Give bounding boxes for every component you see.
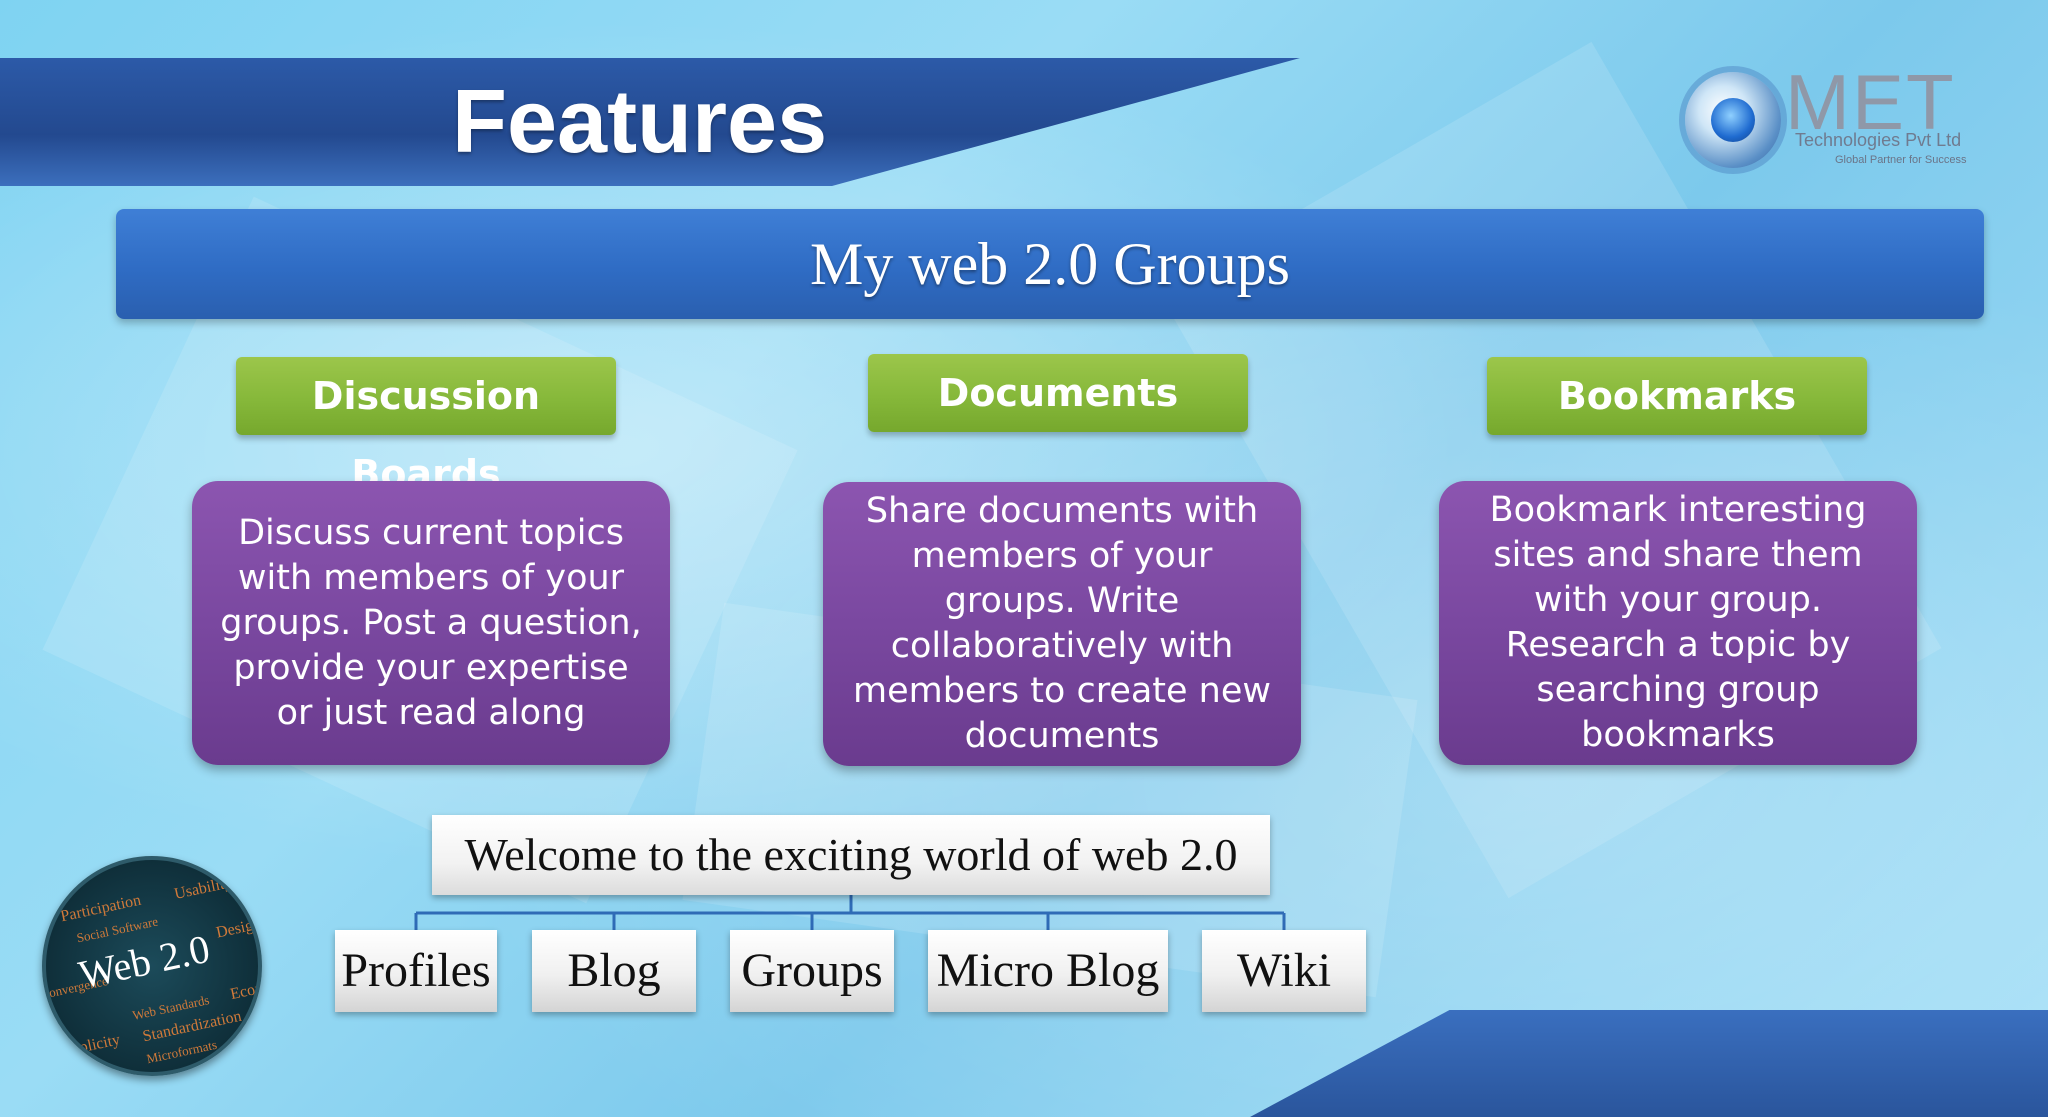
page-title: Features (452, 72, 828, 172)
hierarchy-item-micro-blog: Micro Blog (928, 930, 1168, 1012)
bottom-band (1250, 1010, 2048, 1117)
hierarchy-root: Welcome to the exciting world of web 2.0 (432, 815, 1270, 895)
feature-description-text: Bookmark interesting sites and share the… (1489, 490, 1867, 755)
hierarchy-item-profiles: Profiles (335, 930, 497, 1012)
subtitle-bar: My web 2.0 Groups (116, 209, 1984, 319)
badge-word: Usability (172, 874, 234, 903)
feature-label-documents: Documents (868, 354, 1248, 432)
feature-description-discussion-boards: Discuss current topics with members of y… (192, 481, 670, 765)
hierarchy-item-wiki: Wiki (1202, 930, 1366, 1012)
badge-word: Simplicity (52, 1031, 122, 1062)
hierarchy-item-blog: Blog (532, 930, 696, 1012)
subtitle-text: My web 2.0 Groups (810, 231, 1290, 297)
logo-tagline: Global Partner for Success (1835, 154, 1967, 166)
badge-word: Economy (228, 973, 262, 1004)
feature-description-text: Discuss current topics with members of y… (220, 512, 642, 733)
logo-company: Technologies Pvt Ltd (1795, 130, 1962, 150)
feature-description-bookmarks: Bookmark interesting sites and share the… (1439, 481, 1917, 765)
feature-label-discussion-boards: Discussion Boards (236, 357, 616, 496)
web20-badge-icon: Participation Usability Social Software … (42, 856, 262, 1076)
globe-icon (1685, 72, 1781, 168)
company-logo: MET Technologies Pvt Ltd Global Partner … (1685, 62, 2015, 172)
badge-word: Design (214, 915, 262, 942)
hierarchy-item-groups: Groups (730, 930, 894, 1012)
feature-label-bookmarks: Bookmarks (1487, 357, 1867, 435)
feature-description-documents: Share documents with members of your gro… (823, 482, 1301, 766)
feature-description-text: Share documents with members of your gro… (852, 491, 1272, 756)
